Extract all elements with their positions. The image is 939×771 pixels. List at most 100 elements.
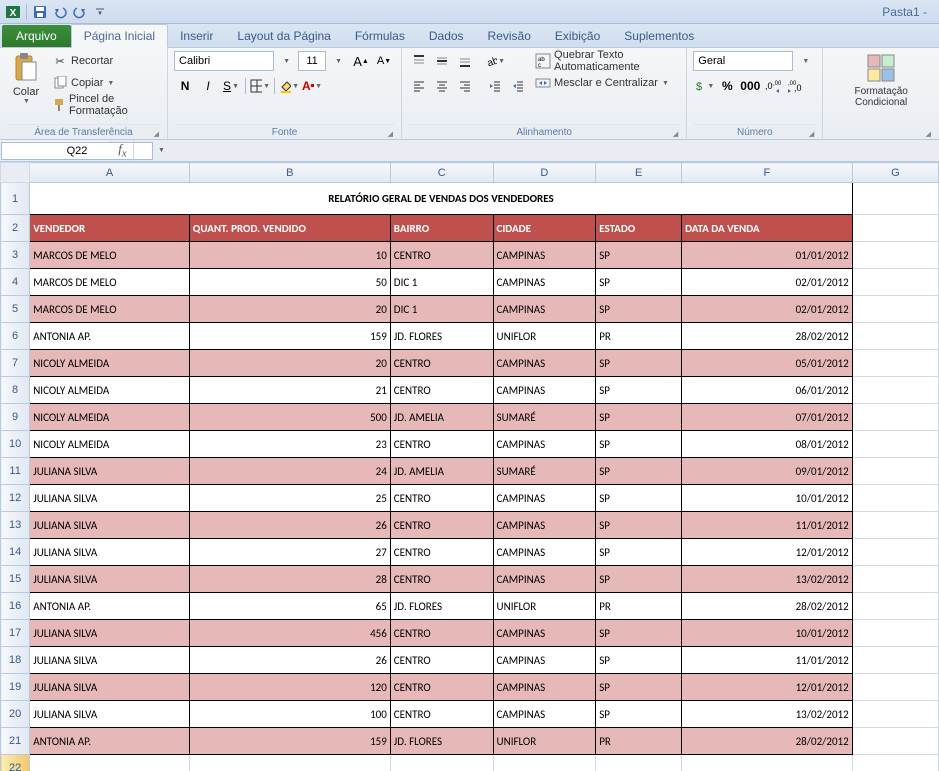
table-cell[interactable]: SP [596, 701, 682, 728]
font-size-input[interactable] [298, 51, 326, 71]
save-icon[interactable] [31, 3, 49, 21]
cell[interactable] [596, 755, 682, 771]
tab-layout[interactable]: Layout da Página [225, 25, 342, 47]
table-cell[interactable]: MARCOS DE MELO [30, 269, 190, 296]
comma-format-button[interactable]: 000 [739, 75, 761, 97]
borders-button[interactable]: ▼ [249, 75, 271, 97]
table-cell[interactable]: 20 [189, 350, 390, 377]
table-cell[interactable]: CENTRO [390, 539, 493, 566]
table-cell[interactable]: CAMPINAS [493, 566, 596, 593]
table-cell[interactable]: 10 [189, 242, 390, 269]
align-bottom-button[interactable] [454, 50, 476, 72]
table-cell[interactable]: 07/01/2012 [682, 404, 853, 431]
table-cell[interactable]: 100 [189, 701, 390, 728]
table-cell[interactable]: 24 [189, 458, 390, 485]
table-cell[interactable]: UNIFLOR [493, 728, 596, 755]
row-header[interactable]: 13 [1, 512, 30, 539]
table-cell[interactable]: 25 [189, 485, 390, 512]
row-header[interactable]: 2 [1, 215, 30, 242]
table-cell[interactable]: CAMPINAS [493, 620, 596, 647]
spreadsheet-grid[interactable]: ABCDEFG1RELATÓRIO GERAL DE VENDAS DOS VE… [0, 162, 939, 771]
row-header[interactable]: 21 [1, 728, 30, 755]
row-header[interactable]: 6 [1, 323, 30, 350]
table-cell[interactable]: 26 [189, 512, 390, 539]
shrink-font-button[interactable]: A▼ [373, 50, 395, 72]
table-cell[interactable]: JD. AMELIA [390, 458, 493, 485]
cell[interactable] [189, 755, 390, 771]
row-header[interactable]: 22 [1, 755, 30, 771]
table-cell[interactable]: 28/02/2012 [682, 323, 853, 350]
table-cell[interactable]: 120 [189, 674, 390, 701]
table-cell[interactable]: CAMPINAS [493, 674, 596, 701]
table-cell[interactable]: 09/01/2012 [682, 458, 853, 485]
table-cell[interactable]: CAMPINAS [493, 377, 596, 404]
table-cell[interactable]: SP [596, 647, 682, 674]
table-cell[interactable]: 12/01/2012 [682, 539, 853, 566]
table-cell[interactable]: CAMPINAS [493, 512, 596, 539]
decrease-decimal-button[interactable]: ,00,0 [785, 75, 807, 97]
table-cell[interactable]: CAMPINAS [493, 647, 596, 674]
table-cell[interactable]: PR [596, 728, 682, 755]
tab-insert[interactable]: Inserir [168, 25, 225, 47]
table-cell[interactable]: 06/01/2012 [682, 377, 853, 404]
number-format-dropdown[interactable]: ▼ [794, 50, 816, 72]
percent-format-button[interactable]: % [716, 75, 738, 97]
cell[interactable] [852, 485, 938, 512]
wrap-text-button[interactable]: abc Quebrar Texto Automaticamente [533, 50, 680, 72]
row-header[interactable]: 10 [1, 431, 30, 458]
row-header[interactable]: 19 [1, 674, 30, 701]
table-cell[interactable]: SP [596, 377, 682, 404]
table-cell[interactable]: CAMPINAS [493, 539, 596, 566]
cell[interactable] [852, 701, 938, 728]
table-cell[interactable]: CENTRO [390, 485, 493, 512]
font-name-input[interactable] [174, 51, 274, 71]
tab-home[interactable]: Página Inicial [71, 24, 168, 48]
table-cell[interactable]: JD. FLORES [390, 728, 493, 755]
table-cell[interactable]: MARCOS DE MELO [30, 242, 190, 269]
grow-font-button[interactable]: A▲ [350, 50, 372, 72]
table-cell[interactable]: JULIANA SILVA [30, 674, 190, 701]
cell[interactable] [852, 350, 938, 377]
table-cell[interactable]: 28 [189, 566, 390, 593]
table-cell[interactable]: JULIANA SILVA [30, 701, 190, 728]
table-cell[interactable]: CAMPINAS [493, 269, 596, 296]
table-cell[interactable]: DIC 1 [390, 296, 493, 323]
table-cell[interactable]: CENTRO [390, 674, 493, 701]
row-header[interactable]: 17 [1, 620, 30, 647]
table-cell[interactable]: ANTONIA AP. [30, 593, 190, 620]
table-cell[interactable]: JULIANA SILVA [30, 647, 190, 674]
font-name-dropdown[interactable]: ▼ [275, 50, 297, 72]
column-header[interactable]: D [493, 163, 596, 183]
table-cell[interactable]: JULIANA SILVA [30, 485, 190, 512]
table-cell[interactable]: SP [596, 404, 682, 431]
cell[interactable] [852, 431, 938, 458]
row-header[interactable]: 3 [1, 242, 30, 269]
table-cell[interactable]: CENTRO [390, 647, 493, 674]
table-cell[interactable]: PR [596, 323, 682, 350]
row-header[interactable]: 4 [1, 269, 30, 296]
table-cell[interactable]: CENTRO [390, 620, 493, 647]
table-header-cell[interactable]: QUANT. PROD. VENDIDO [189, 215, 390, 242]
row-header[interactable]: 12 [1, 485, 30, 512]
format-painter-button[interactable]: Pincel de Formatação [50, 94, 161, 116]
row-header[interactable]: 8 [1, 377, 30, 404]
table-cell[interactable]: ANTONIA AP. [30, 323, 190, 350]
tab-file[interactable]: Arquivo [2, 25, 71, 47]
table-cell[interactable]: 159 [189, 728, 390, 755]
table-header-cell[interactable]: VENDEDOR [30, 215, 190, 242]
report-title-cell[interactable]: RELATÓRIO GERAL DE VENDAS DOS VENDEDORES [30, 183, 853, 215]
cell[interactable] [852, 296, 938, 323]
cell[interactable] [852, 674, 938, 701]
align-top-button[interactable] [408, 50, 430, 72]
table-cell[interactable]: 500 [189, 404, 390, 431]
table-cell[interactable]: 13/02/2012 [682, 566, 853, 593]
table-cell[interactable]: JD. AMELIA [390, 404, 493, 431]
table-cell[interactable]: DIC 1 [390, 269, 493, 296]
table-cell[interactable]: 21 [189, 377, 390, 404]
redo-icon[interactable] [71, 3, 89, 21]
column-header[interactable]: C [390, 163, 493, 183]
table-cell[interactable]: UNIFLOR [493, 593, 596, 620]
number-format-input[interactable] [693, 51, 793, 71]
accounting-format-button[interactable]: $▼ [693, 75, 715, 97]
table-cell[interactable]: SP [596, 539, 682, 566]
